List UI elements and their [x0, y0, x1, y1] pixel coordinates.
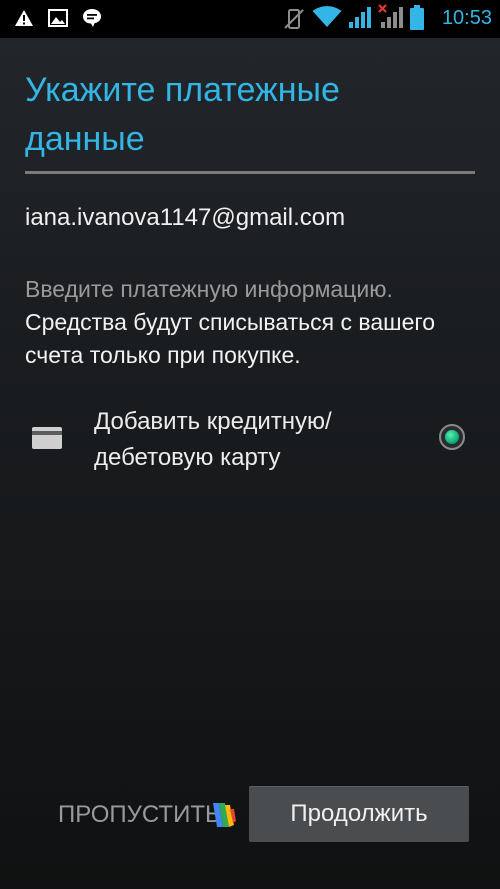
title-divider	[25, 171, 475, 174]
vibrate-off-icon	[283, 7, 305, 35]
warning-icon	[14, 9, 34, 31]
status-bar: 10:53	[0, 0, 500, 38]
continue-button[interactable]: Продолжить	[249, 786, 469, 842]
radio-selected-dot	[445, 430, 459, 444]
payment-option-radio[interactable]	[439, 424, 465, 450]
image-icon	[48, 8, 68, 32]
status-time: 10:53	[441, 7, 492, 29]
signal-icon	[348, 6, 372, 34]
battery-icon	[409, 5, 425, 35]
payment-info-text: Введите платежную информацию. Средства б…	[25, 273, 485, 372]
signal-no-data-icon	[378, 4, 404, 34]
info-muted-text: Введите платежную информацию.	[25, 276, 393, 302]
payment-option-label: Добавить кредитную/ дебетовую карту	[94, 408, 332, 471]
screen: 10:53 Укажите платежные данные iana.ivan…	[0, 0, 500, 889]
payment-option-card[interactable]: Добавить кредитную/ дебетовую карту	[0, 400, 500, 480]
chat-icon	[81, 7, 103, 33]
skip-button[interactable]: ПРОПУСТИТЬ	[58, 795, 221, 835]
page-title: Укажите платежные данные	[25, 71, 340, 158]
account-email: iana.ivanova1147@gmail.com	[25, 204, 346, 231]
wifi-icon	[312, 6, 342, 32]
google-wallet-icon	[211, 800, 237, 834]
credit-card-icon	[32, 427, 62, 453]
info-bright-text: Средства будут списываться с вашего счет…	[25, 309, 436, 368]
